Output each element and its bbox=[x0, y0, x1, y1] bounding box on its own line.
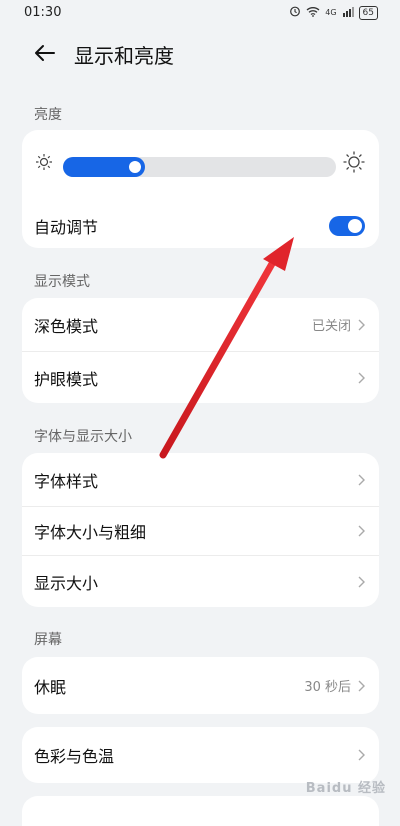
wifi-icon bbox=[306, 6, 320, 20]
font-style-label: 字体样式 bbox=[34, 471, 99, 491]
chevron-right-icon bbox=[358, 576, 365, 587]
font-size-weight-label: 字体大小与粗细 bbox=[34, 523, 147, 542]
display-size-label: 显示大小 bbox=[34, 573, 99, 593]
display-mode-card: 深色模式 已关闭 护眼模式 bbox=[22, 298, 379, 403]
status-bar: 01:30 4G 65 bbox=[0, 0, 400, 28]
screen-section-label: 屏幕 bbox=[34, 632, 62, 648]
chevron-right-icon bbox=[358, 474, 365, 485]
chevron-right-icon bbox=[358, 680, 365, 691]
next-card-partial bbox=[22, 796, 379, 826]
auto-brightness-label: 自动调节 bbox=[34, 217, 99, 237]
sleep-label: 休眠 bbox=[34, 677, 67, 697]
sleep-value: 30 秒后 bbox=[304, 680, 351, 695]
chevron-right-icon bbox=[358, 749, 365, 761]
brightness-slider-thumb[interactable] bbox=[129, 161, 141, 173]
brightness-slider-row bbox=[22, 130, 379, 203]
chevron-right-icon bbox=[358, 372, 365, 383]
battery-icon: 65 bbox=[358, 5, 378, 20]
cell-signal-icon bbox=[342, 6, 354, 20]
dark-mode-value: 已关闭 bbox=[311, 319, 351, 334]
eye-comfort-label: 护眼模式 bbox=[34, 369, 99, 389]
brightness-low-icon bbox=[34, 152, 54, 176]
display-mode-section-label: 显示模式 bbox=[34, 274, 90, 290]
color-temp-row[interactable]: 色彩与色温 bbox=[22, 727, 379, 783]
brightness-slider[interactable] bbox=[63, 157, 336, 177]
color-temp-label: 色彩与色温 bbox=[34, 747, 115, 766]
eye-comfort-row[interactable]: 护眼模式 bbox=[22, 351, 379, 403]
sleep-card: 休眠 30 秒后 bbox=[22, 657, 379, 714]
dark-mode-label: 深色模式 bbox=[34, 316, 99, 336]
font-card: 字体样式 字体大小与粗细 显示大小 bbox=[22, 453, 379, 607]
font-size-weight-row[interactable]: 字体大小与粗细 bbox=[22, 506, 379, 555]
display-size-row[interactable]: 显示大小 bbox=[22, 555, 379, 607]
font-section-label: 字体与显示大小 bbox=[34, 429, 132, 445]
chevron-right-icon bbox=[358, 525, 365, 537]
color-temp-card: 色彩与色温 bbox=[22, 727, 379, 783]
status-icons: 4G 65 bbox=[289, 5, 378, 20]
auto-brightness-row[interactable]: 自动调节 bbox=[22, 203, 379, 248]
brightness-card: 自动调节 bbox=[22, 130, 379, 248]
back-arrow-icon[interactable] bbox=[30, 38, 60, 68]
watermark: Baidu 经验 bbox=[305, 781, 386, 796]
signal-text: 4G bbox=[325, 8, 337, 17]
chevron-right-icon bbox=[358, 319, 365, 330]
font-style-row[interactable]: 字体样式 bbox=[22, 453, 379, 506]
sleep-row[interactable]: 休眠 30 秒后 bbox=[22, 657, 379, 714]
status-time: 01:30 bbox=[24, 5, 62, 20]
auto-brightness-toggle[interactable] bbox=[329, 215, 365, 236]
brightness-high-icon bbox=[342, 150, 366, 178]
dark-mode-row[interactable]: 深色模式 已关闭 bbox=[22, 298, 379, 351]
alarm-icon bbox=[289, 5, 301, 20]
toggle-knob bbox=[348, 218, 362, 233]
app-header: 显示和亮度 bbox=[0, 30, 400, 76]
page-title: 显示和亮度 bbox=[74, 44, 174, 68]
brightness-section-label: 亮度 bbox=[34, 107, 62, 123]
